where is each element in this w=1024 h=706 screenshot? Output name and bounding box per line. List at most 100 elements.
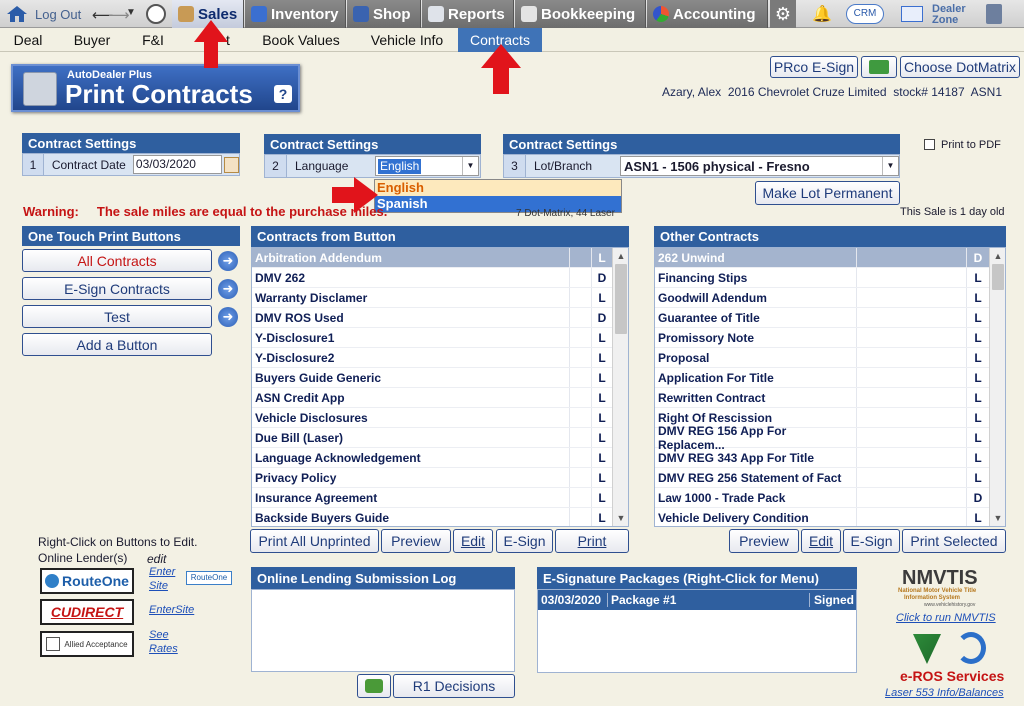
print-selected-button[interactable]: Print Selected: [902, 529, 1006, 553]
lending-log-list[interactable]: [251, 589, 515, 672]
eros-services-title[interactable]: e-ROS Services: [900, 668, 1004, 684]
print-all-unprinted-button[interactable]: Print All Unprinted: [250, 529, 379, 553]
other-esign-button[interactable]: E-Sign: [843, 529, 900, 553]
vertical-scrollbar[interactable]: ▲ ▼: [989, 248, 1005, 526]
tab-inventory[interactable]: Inventory: [245, 0, 346, 28]
table-row[interactable]: Promissory Note L: [655, 328, 989, 348]
scroll-down-icon[interactable]: ▼: [990, 510, 1005, 526]
table-row[interactable]: Application For Title L: [655, 368, 989, 388]
scrollbar-thumb[interactable]: [615, 264, 627, 334]
chevron-down-icon[interactable]: ▼: [882, 157, 898, 175]
r1-decisions-button[interactable]: R1 Decisions: [393, 674, 515, 698]
help-icon[interactable]: ?: [274, 85, 292, 103]
tab-bookkeeping[interactable]: Bookkeeping: [515, 0, 646, 28]
arrow-right-icon[interactable]: ➜: [218, 307, 238, 327]
all-contracts-button[interactable]: All Contracts: [22, 249, 212, 272]
table-row[interactable]: Y-Disclosure2 L: [252, 348, 612, 368]
cudirect-logo-button[interactable]: CUDIRECT: [40, 599, 134, 625]
table-row[interactable]: Language Acknowledgement L: [252, 448, 612, 468]
contract-date-input[interactable]: 03/03/2020: [132, 155, 222, 174]
edit-button[interactable]: Edit: [453, 529, 493, 553]
table-row[interactable]: Financing Stips L: [655, 268, 989, 288]
test-button[interactable]: Test: [22, 305, 212, 328]
table-row[interactable]: Vehicle Disclosures L: [252, 408, 612, 428]
scrollbar-thumb[interactable]: [992, 264, 1004, 290]
table-row[interactable]: Backside Buyers Guide L: [252, 508, 612, 526]
language-select[interactable]: English ▼: [375, 156, 479, 176]
other-preview-button[interactable]: Preview: [729, 529, 799, 553]
tab-shop[interactable]: Shop: [347, 0, 421, 28]
gear-icon[interactable]: ⚙: [770, 0, 796, 28]
eros-blue-logo-icon[interactable]: [956, 632, 986, 664]
home-icon[interactable]: [6, 4, 28, 24]
table-row[interactable]: Goodwill Adendum L: [655, 288, 989, 308]
table-row[interactable]: Guarantee of Title L: [655, 308, 989, 328]
bell-icon[interactable]: 🔔: [812, 4, 832, 24]
dealer-zone-label-2[interactable]: Zone: [932, 14, 958, 26]
language-option-english[interactable]: English: [375, 180, 621, 196]
routeone-badge[interactable]: RouteOne: [186, 571, 232, 585]
table-row[interactable]: DMV REG 343 App For Title L: [655, 448, 989, 468]
table-row[interactable]: Due Bill (Laser) L: [252, 428, 612, 448]
table-row[interactable]: Vehicle Delivery Condition L: [655, 508, 989, 526]
table-row[interactable]: DMV REG 256 Statement of Fact L: [655, 468, 989, 488]
scroll-down-icon[interactable]: ▼: [613, 510, 628, 526]
table-row[interactable]: DMV ROS Used D: [252, 308, 612, 328]
routeone-site-link[interactable]: Site: [149, 580, 168, 592]
choose-dotmatrix-button[interactable]: Choose DotMatrix: [900, 56, 1020, 78]
routeone-enter-link[interactable]: Enter: [149, 566, 175, 578]
history-dropdown-icon[interactable]: ▼: [126, 7, 136, 18]
refresh-button[interactable]: [357, 674, 391, 698]
cudirect-entersite-link[interactable]: EnterSite: [149, 604, 194, 616]
scroll-up-icon[interactable]: ▲: [613, 248, 628, 264]
arrow-right-icon[interactable]: ➜: [218, 279, 238, 299]
table-row[interactable]: Buyers Guide Generic L: [252, 368, 612, 388]
print-button[interactable]: Print: [555, 529, 629, 553]
vertical-scrollbar[interactable]: ▲ ▼: [612, 248, 628, 526]
subtab-book-values[interactable]: Book Values: [256, 28, 346, 52]
prco-esign-button[interactable]: PRco E-Sign: [770, 56, 858, 78]
tab-reports[interactable]: Reports: [422, 0, 514, 28]
nmvtis-logo[interactable]: NMVTIS National Motor Vehicle Title Info…: [892, 567, 996, 611]
allied-see-link[interactable]: See: [149, 629, 169, 641]
preview-button[interactable]: Preview: [381, 529, 451, 553]
table-row[interactable]: DMV 262 D: [252, 268, 612, 288]
table-row[interactable]: ASN Credit App L: [252, 388, 612, 408]
table-row[interactable]: Law 1000 - Trade Pack D: [655, 488, 989, 508]
dealer-zone-icon[interactable]: [901, 6, 923, 22]
lenders-edit-link[interactable]: edit: [147, 552, 166, 566]
table-row[interactable]: Arbitration Addendum L: [252, 248, 612, 268]
add-a-button[interactable]: Add a Button: [22, 333, 212, 356]
allied-rates-link[interactable]: Rates: [149, 643, 178, 655]
esign-package-row[interactable]: 03/03/2020 Package #1 Signed: [538, 590, 856, 610]
scroll-up-icon[interactable]: ▲: [990, 248, 1005, 264]
table-row[interactable]: Rewritten Contract L: [655, 388, 989, 408]
table-row[interactable]: 262 Unwind D: [655, 248, 989, 268]
table-row[interactable]: Y-Disclosure1 L: [252, 328, 612, 348]
subtab-vehicle-info[interactable]: Vehicle Info: [364, 28, 450, 52]
subtab-fi[interactable]: F&I: [136, 28, 170, 52]
lot-branch-select[interactable]: ASN1 - 1506 physical - Fresno ▼: [620, 156, 899, 176]
logout-link[interactable]: Log Out: [35, 0, 81, 28]
table-row[interactable]: DMV REG 156 App For Replacem... L: [655, 424, 989, 452]
table-row[interactable]: Privacy Policy L: [252, 468, 612, 488]
table-row[interactable]: Proposal L: [655, 348, 989, 368]
folder-button[interactable]: [861, 56, 897, 78]
calendar-icon[interactable]: [223, 156, 239, 173]
subtab-deal[interactable]: Deal: [8, 28, 48, 52]
face-icon[interactable]: [146, 4, 166, 24]
chevron-down-icon[interactable]: ▼: [462, 157, 478, 175]
crm-cloud-icon[interactable]: CRM: [846, 4, 884, 24]
other-edit-button[interactable]: Edit: [801, 529, 841, 553]
make-lot-permanent-button[interactable]: Make Lot Permanent: [755, 181, 900, 205]
calculator-icon[interactable]: [986, 4, 1002, 24]
laser-553-link[interactable]: Laser 553 Info/Balances: [885, 687, 1004, 699]
table-row[interactable]: Warranty Disclamer L: [252, 288, 612, 308]
print-to-pdf-checkbox[interactable]: [924, 139, 935, 150]
arrow-right-icon[interactable]: ➜: [218, 251, 238, 271]
esign-contracts-button[interactable]: E-Sign Contracts: [22, 277, 212, 300]
table-row[interactable]: Insurance Agreement L: [252, 488, 612, 508]
run-nmvtis-link[interactable]: Click to run NMVTIS: [896, 612, 996, 624]
esign-button[interactable]: E-Sign: [496, 529, 553, 553]
allied-acceptance-logo-button[interactable]: Allied Acceptance: [40, 631, 134, 657]
